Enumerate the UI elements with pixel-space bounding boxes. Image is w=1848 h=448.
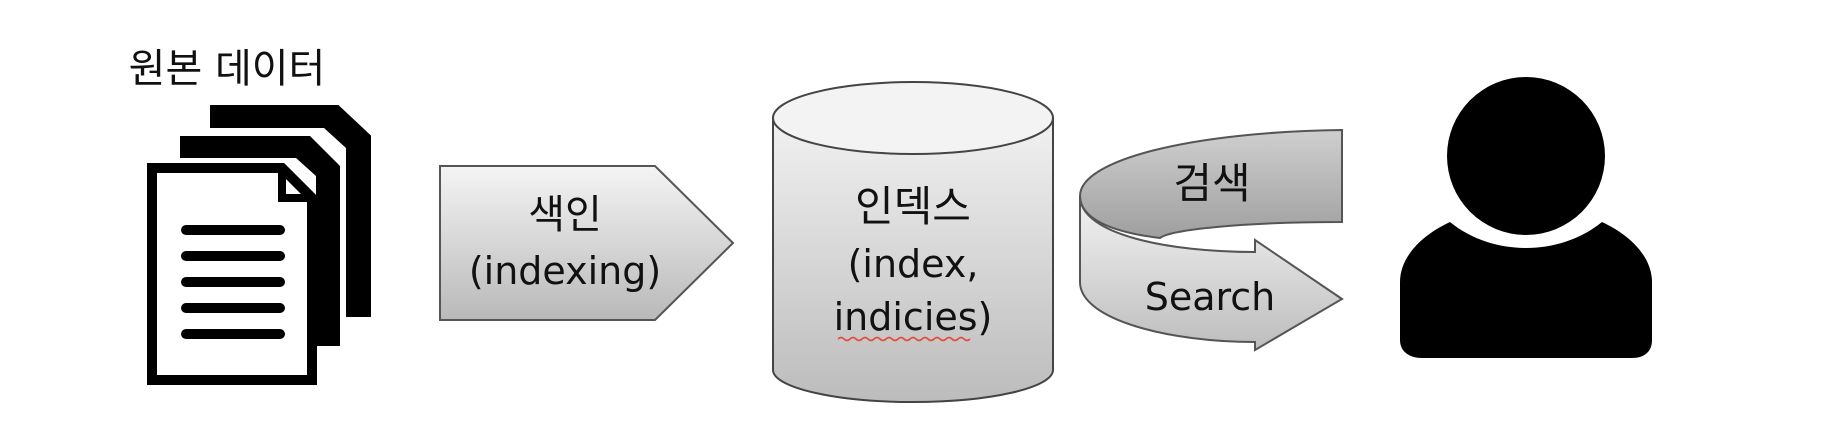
indexing-arrow (439, 165, 735, 321)
indexing-label-en: (indexing) (469, 249, 661, 293)
search-label-ko: 검색 (1173, 159, 1250, 208)
index-label-en-line2: indicies) (834, 295, 993, 339)
document-stack-icon (147, 105, 371, 385)
user-icon (1400, 77, 1652, 358)
indexing-label-ko: 색인 (528, 192, 602, 238)
index-label-ko: 인덱스 (855, 182, 971, 231)
index-label-en-line1: (index, (848, 242, 979, 286)
search-label-en: Search (1145, 275, 1276, 319)
source-title: 원본 데이터 (129, 46, 326, 92)
indexing-search-diagram: 원본 데이터 색인 (indexing) 인덱스 (index, indicie… (129, 46, 1652, 403)
